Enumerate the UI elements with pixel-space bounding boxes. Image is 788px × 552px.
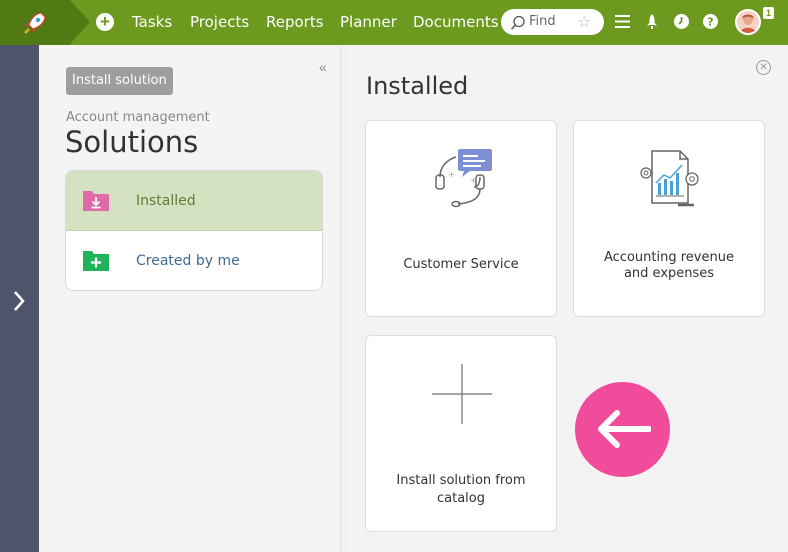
arrow-left-icon	[598, 410, 651, 448]
install-from-catalog-card[interactable]: Install solution from catalog	[365, 335, 557, 532]
nav-documents[interactable]: Documents	[413, 13, 499, 31]
search-input[interactable]: Find ☆	[501, 9, 604, 35]
svg-text:+: +	[470, 176, 477, 185]
list-item-label: Installed	[136, 193, 196, 209]
section-title: Installed	[366, 72, 469, 100]
top-bar: + Tasks Projects Reports Planner Documen…	[0, 0, 788, 45]
page-subtitle: Account management	[66, 110, 210, 125]
nav-tasks[interactable]: Tasks	[132, 13, 172, 31]
card-label-line1: Accounting revenue	[604, 250, 734, 265]
card-label-line2: and expenses	[623, 266, 715, 281]
close-icon[interactable]: ✕	[756, 60, 771, 75]
nav-reports[interactable]: Reports	[266, 13, 324, 31]
search-placeholder: Find	[529, 14, 556, 29]
nav-projects[interactable]: Projects	[190, 13, 249, 31]
pointer-arrow-badge	[575, 382, 670, 477]
expand-sidebar-strip[interactable]	[0, 45, 39, 552]
rocket-icon[interactable]	[645, 13, 659, 31]
svg-text:+: +	[448, 170, 455, 179]
star-icon[interactable]: ☆	[577, 12, 591, 32]
list-item-created-by-me[interactable]: Created by me	[66, 231, 322, 290]
breadcrumb-tag[interactable]: Install solution	[66, 67, 173, 95]
logo[interactable]	[0, 0, 70, 45]
rocket-logo-icon	[24, 11, 46, 34]
logo-arrow	[70, 0, 90, 44]
svg-text:?: ?	[707, 16, 713, 29]
notification-badge: 1	[763, 7, 774, 19]
nav-planner[interactable]: Planner	[340, 13, 397, 31]
main-panel: Installed ✕ + + Customer Service Account…	[346, 45, 788, 552]
card-label-line1: Install solution from	[396, 473, 526, 488]
chevron-right-icon	[14, 291, 25, 311]
headset-chat-icon: + +	[435, 149, 492, 208]
page-title: Solutions	[65, 125, 199, 159]
solutions-list: Installed Created by me	[65, 170, 323, 291]
search-icon	[510, 15, 525, 30]
menu-icon[interactable]	[614, 13, 631, 30]
add-icon[interactable]: +	[96, 13, 114, 31]
solution-card-customer-service[interactable]: + + Customer Service	[365, 120, 557, 317]
timer-icon[interactable]	[673, 13, 690, 30]
plus-icon	[432, 364, 492, 424]
list-item-label: Created by me	[136, 253, 240, 269]
report-chart-icon	[640, 150, 699, 207]
folder-download-icon	[83, 191, 109, 211]
help-icon[interactable]: ?	[702, 13, 719, 30]
collapse-icon[interactable]: «	[319, 59, 327, 75]
card-label: Customer Service	[403, 257, 519, 272]
folder-add-icon	[83, 251, 109, 271]
avatar[interactable]	[735, 9, 761, 35]
solution-card-accounting[interactable]: Accounting revenue and expenses	[573, 120, 765, 317]
list-item-installed[interactable]: Installed	[66, 171, 322, 231]
card-label-line2: catalog	[437, 491, 485, 506]
left-panel: Install solution « Account management So…	[39, 45, 341, 552]
